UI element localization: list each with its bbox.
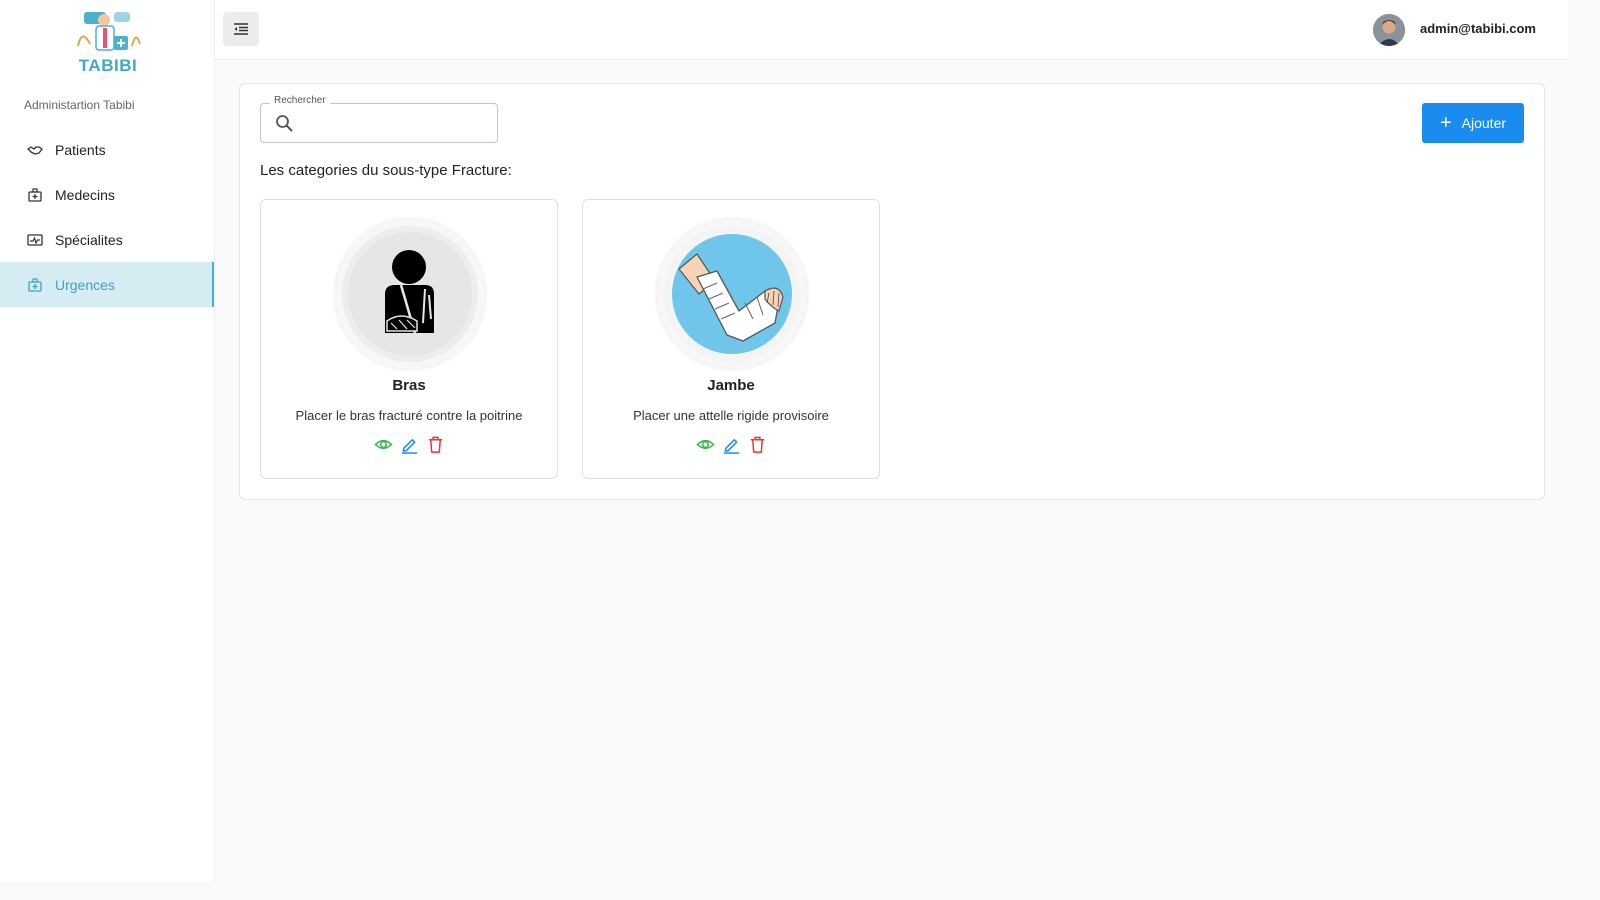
handshake-icon (26, 141, 44, 159)
first-aid-icon (26, 276, 44, 294)
sidebar-item-medecins[interactable]: Medecins (0, 172, 214, 217)
sidebar-item-label: Medecins (55, 186, 115, 203)
view-icon[interactable] (695, 435, 715, 454)
plus-icon: + (1439, 112, 1452, 134)
delete-icon[interactable] (426, 435, 445, 454)
category-card-bras: Bras Placer le bras fracturé contre la p… (260, 199, 558, 479)
view-icon[interactable] (373, 435, 393, 454)
sidebar-item-urgences[interactable]: Urgences (0, 262, 214, 307)
admin-label: Administartion Tabibi (24, 98, 135, 112)
sidebar-item-label: Spécialites (55, 231, 123, 248)
sidebar-item-label: Urgences (55, 276, 115, 293)
category-title: Bras (392, 377, 426, 394)
search-legend: Rechercher (270, 95, 330, 106)
medical-bag-icon (26, 186, 44, 204)
section-title: Les categories du sous-type Fracture: (260, 162, 512, 179)
category-title: Jambe (707, 377, 755, 394)
card-actions (583, 435, 879, 454)
add-button-label: Ajouter (1461, 115, 1507, 131)
brand-logo[interactable]: TABIBI (70, 6, 146, 75)
sidebar-item-patients[interactable]: Patients (0, 127, 214, 172)
menu-collapse-icon (234, 23, 248, 35)
doctor-logo-icon (77, 12, 141, 51)
top-bar: admin@tabibi.com (215, 0, 1568, 60)
search-input[interactable] (303, 112, 488, 134)
delete-icon[interactable] (748, 435, 767, 454)
category-image (657, 219, 807, 369)
category-image (335, 219, 485, 369)
sidebar: TABIBI Administartion Tabibi Patients Me… (0, 0, 215, 882)
brand-name: TABIBI (78, 56, 138, 75)
search-field[interactable]: Rechercher (260, 95, 498, 143)
category-description: Placer une attelle rigide provisoire (633, 408, 829, 423)
toggle-sidebar-button[interactable] (223, 12, 259, 46)
main-panel: Rechercher + Ajouter Les categories du s… (239, 83, 1545, 500)
pulse-card-icon (26, 231, 44, 249)
edit-icon[interactable] (722, 435, 741, 454)
edit-icon[interactable] (400, 435, 419, 454)
add-button[interactable]: + Ajouter (1422, 103, 1524, 143)
sidebar-item-specialites[interactable]: Spécialites (0, 217, 214, 262)
card-actions (261, 435, 557, 454)
user-email[interactable]: admin@tabibi.com (1420, 21, 1536, 36)
sidebar-item-label: Patients (55, 141, 106, 158)
avatar[interactable] (1373, 14, 1405, 46)
category-description: Placer le bras fracturé contre la poitri… (295, 408, 523, 423)
category-card-jambe: Jambe Placer une attelle rigide provisoi… (582, 199, 880, 479)
search-icon (275, 114, 294, 138)
